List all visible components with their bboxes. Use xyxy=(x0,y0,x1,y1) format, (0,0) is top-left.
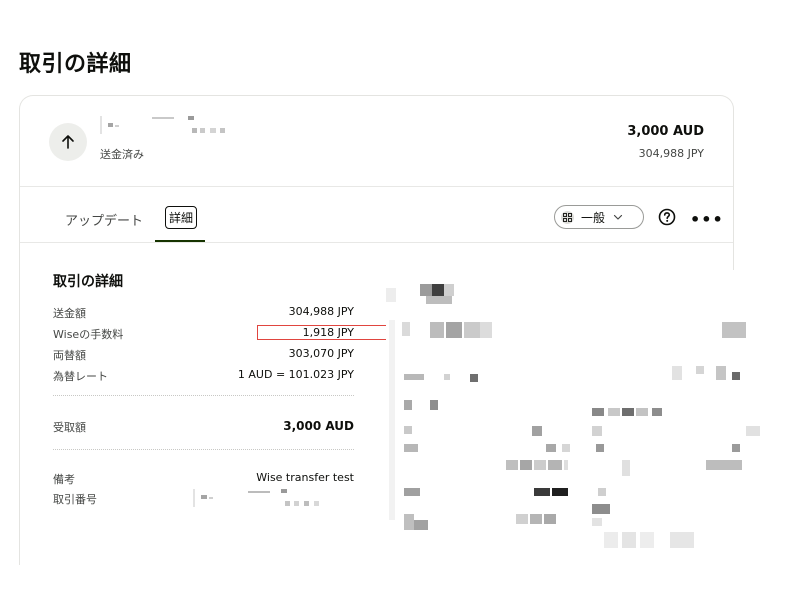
detail-label: 備考 xyxy=(53,473,75,486)
tab-active-indicator xyxy=(155,240,205,242)
detail-row: 為替レート 1 AUD = 101.023 JPY xyxy=(53,368,354,384)
detail-label: 両替額 xyxy=(53,349,86,362)
chevron-down-icon xyxy=(613,212,623,222)
detail-value: 304,988 JPY xyxy=(288,305,354,318)
detail-label: 受取額 xyxy=(53,421,86,434)
tab-bar: アップデート 詳細 一般 ••• xyxy=(20,187,733,243)
detail-row: 送金額 304,988 JPY xyxy=(53,305,354,321)
redacted-recipient xyxy=(100,116,250,136)
detail-value: 3,000 AUD xyxy=(283,419,354,433)
detail-row: 両替額 303,070 JPY xyxy=(53,347,354,363)
page-title: 取引の詳細 xyxy=(19,52,132,77)
detail-value: 303,070 JPY xyxy=(288,347,354,360)
fee-highlight-box xyxy=(257,325,402,340)
more-horizontal-icon[interactable]: ••• xyxy=(690,210,724,229)
detail-label: Wiseの手数料 xyxy=(53,328,124,341)
tab-details[interactable]: 詳細 xyxy=(165,206,198,229)
redacted-overlay-panel xyxy=(386,270,766,570)
transfer-status: 送金済み xyxy=(100,148,144,161)
detail-value: Wise transfer test xyxy=(256,471,354,484)
grid-icon xyxy=(561,210,574,224)
tab-updates[interactable]: アップデート xyxy=(65,210,143,229)
divider xyxy=(53,395,354,396)
detail-value: 1 AUD = 101.023 JPY xyxy=(237,368,354,381)
divider xyxy=(53,449,354,450)
view-selector-label: 一般 xyxy=(581,210,606,225)
arrow-up-icon xyxy=(49,123,87,161)
detail-label: 取引番号 xyxy=(53,493,97,506)
details-section-title: 取引の詳細 xyxy=(53,274,123,290)
question-circle-icon[interactable] xyxy=(658,208,676,226)
amount-main: 3,000 AUD xyxy=(627,124,704,139)
transaction-header: 送金済み 3,000 AUD 304,988 JPY xyxy=(20,96,733,187)
detail-row: 備考 Wise transfer test xyxy=(53,471,354,487)
detail-label: 送金額 xyxy=(53,307,86,320)
view-selector[interactable]: 一般 xyxy=(554,205,644,229)
detail-row: 受取額 3,000 AUD xyxy=(53,419,354,435)
amount-sub: 304,988 JPY xyxy=(638,147,704,160)
redacted-transaction-id xyxy=(193,489,333,509)
detail-label: 為替レート xyxy=(53,370,108,383)
